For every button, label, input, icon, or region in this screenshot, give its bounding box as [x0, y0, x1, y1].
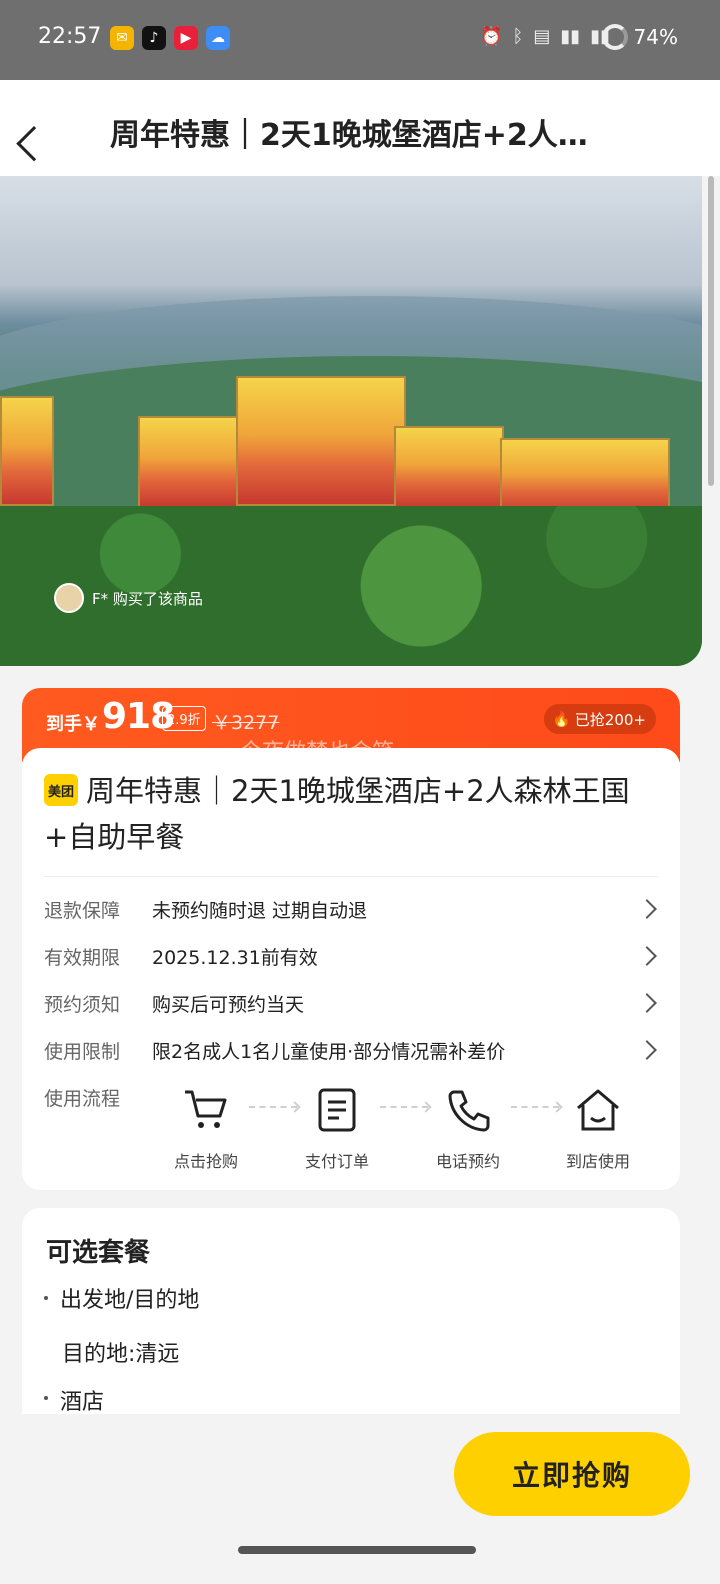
detail-row-restriction[interactable]: 使用限制 限2名成人1名儿童使用·部分情况需补差价: [44, 1032, 658, 1068]
buy-now-button[interactable]: 立即抢购: [454, 1432, 690, 1516]
detail-value: 限2名成人1名儿童使用·部分情况需补差价: [152, 1040, 506, 1063]
detail-key: 退款保障: [44, 899, 121, 922]
bullet-dot: [44, 1296, 48, 1300]
package-title: 可选套餐: [46, 1238, 151, 1268]
battery-level: 74%: [633, 25, 678, 49]
detail-value: 购买后可预约当天: [152, 993, 305, 1016]
flow-step-call: 电话预约: [418, 1086, 518, 1172]
original-price: ￥3277: [212, 712, 280, 734]
wifi-icon: ▤: [533, 26, 551, 47]
alarm-icon: ⏰: [480, 26, 503, 47]
signal-icon: ▮▮: [560, 26, 581, 47]
package-item: 目的地:清远: [62, 1342, 180, 1367]
watermark-text: 今夜做梦也会笑: [240, 740, 395, 765]
package-item: 酒店: [60, 1390, 105, 1415]
flow-step-label: 到店使用: [565, 1152, 630, 1171]
detail-key: 使用限制: [44, 1040, 121, 1063]
flow-step-buy: 点击抢购: [156, 1086, 256, 1172]
weather-icon: ☁: [206, 26, 230, 50]
flow-step-label: 支付订单: [304, 1152, 369, 1171]
castle-building: [0, 396, 54, 506]
notification-icons: ✉ ♪ ▶ ☁: [110, 26, 230, 50]
flow-step-label: 点击抢购: [173, 1152, 238, 1171]
sold-count-text: 已抢200+: [574, 710, 646, 729]
cart-icon: [156, 1086, 256, 1134]
detail-row-validity[interactable]: 有效期限 2025.12.31前有效: [44, 938, 658, 974]
page-title: 周年特惠｜2天1晚城堡酒店+2人森林王国+自助早餐: [110, 118, 610, 153]
detail-key: 预约须知: [44, 993, 121, 1016]
phone-icon: [418, 1086, 518, 1134]
status-bar: 22:57 ✉ ♪ ▶ ☁ ⏰ ᛒ ▤ ▮▮ ▮▮ 74%: [0, 0, 720, 80]
mail-icon: ✉: [110, 26, 134, 50]
system-icons: ⏰ ᛒ ▤ ▮▮ ▮▮: [480, 26, 610, 47]
detail-row-booking[interactable]: 预约须知 购买后可预约当天: [44, 985, 658, 1021]
recent-buyer-tag: F* 购买了该商品: [54, 582, 203, 614]
detail-value: 未预约随时退 过期自动退: [152, 899, 368, 922]
detail-value: 2025.12.31前有效: [152, 946, 318, 969]
bluetooth-icon: ᛒ: [512, 26, 524, 47]
bullet-dot: [44, 1396, 48, 1400]
product-info-card: 美团 周年特惠｜2天1晚城堡酒店+2人森林王国+自助早餐 退款保障 未预约随时退…: [22, 748, 680, 1190]
chevron-right-icon: [637, 993, 657, 1013]
battery-icon: [601, 24, 628, 50]
divider: [44, 876, 658, 877]
castle-building: [138, 416, 248, 508]
package-item: 出发地/目的地: [60, 1288, 200, 1313]
chevron-right-icon: [637, 946, 657, 966]
detail-key: 有效期限: [44, 946, 121, 969]
detail-row-refund[interactable]: 退款保障 未预约随时退 过期自动退: [44, 891, 658, 927]
flow-step-visit: 到店使用: [548, 1086, 648, 1172]
price-label: 到手￥: [46, 714, 100, 735]
video-icon: ▶: [174, 26, 198, 50]
flow-step-label: 电话预约: [435, 1152, 500, 1171]
product-title: 周年特惠｜2天1晚城堡酒店+2人森林王国+自助早餐: [44, 774, 630, 854]
home-indicator[interactable]: [238, 1546, 476, 1554]
flow-label: 使用流程: [44, 1088, 121, 1110]
tiktok-icon: ♪: [142, 26, 166, 50]
flow-step-pay: 支付订单: [287, 1086, 387, 1172]
product-image[interactable]: F* 购买了该商品: [0, 176, 702, 666]
back-arrow-icon[interactable]: [26, 106, 66, 150]
fire-icon: 🔥: [552, 710, 571, 728]
chevron-right-icon: [637, 899, 657, 919]
castle-building: [236, 376, 406, 506]
avatar: [54, 583, 84, 613]
package-card: 可选套餐 出发地/目的地 目的地:清远 酒店: [22, 1208, 680, 1428]
discount-badge: 2.9折: [162, 706, 206, 731]
castle-building: [500, 438, 670, 516]
scrollbar[interactable]: [708, 176, 714, 486]
castle-building: [394, 426, 504, 510]
battery-indicator: 74%: [601, 24, 678, 50]
recent-buyer-text: F* 购买了该商品: [92, 589, 203, 608]
chevron-right-icon: [637, 1040, 657, 1060]
sold-count-badge: 🔥 已抢200+: [544, 704, 656, 734]
nav-header: 周年特惠｜2天1晚城堡酒店+2人森林王国+自助早餐: [0, 80, 720, 176]
document-icon: [287, 1086, 387, 1134]
status-time: 22:57: [38, 24, 102, 49]
home-icon: [548, 1086, 648, 1134]
